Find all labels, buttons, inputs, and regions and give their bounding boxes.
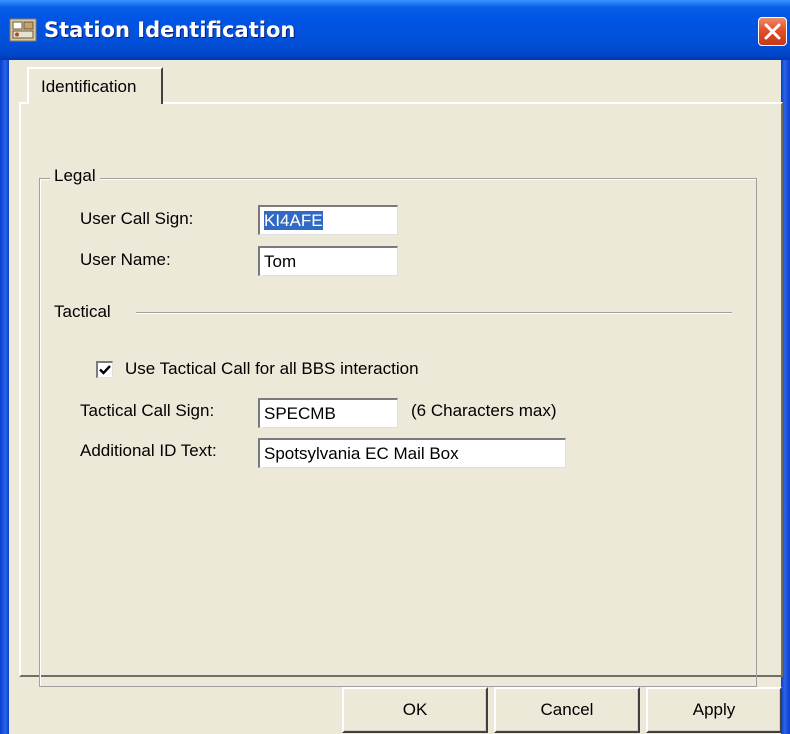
- window-title: Station Identification: [44, 18, 296, 42]
- title-bar[interactable]: Station Identification: [0, 0, 790, 60]
- use-tactical-call-checkbox[interactable]: [96, 361, 113, 378]
- ok-button[interactable]: OK: [342, 687, 488, 733]
- cancel-button[interactable]: Cancel: [494, 687, 640, 733]
- close-button[interactable]: [758, 17, 787, 46]
- use-tactical-call-label[interactable]: Use Tactical Call for all BBS interactio…: [125, 359, 419, 379]
- tactical-call-sign-value: SPECMB: [264, 404, 336, 423]
- tactical-section-label: Tactical: [54, 302, 111, 321]
- window-frame-left: [0, 60, 9, 734]
- tactical-call-sign-label: Tactical Call Sign:: [80, 401, 215, 420]
- checkmark-icon: [99, 365, 111, 375]
- additional-id-input[interactable]: Spotsylvania EC Mail Box: [258, 438, 566, 468]
- user-name-value: Tom: [264, 252, 297, 271]
- user-call-sign-value: KI4AFE: [264, 211, 323, 230]
- tab-identification[interactable]: Identification: [27, 67, 163, 104]
- user-name-label: User Name:: [80, 250, 171, 269]
- legal-group-label: Legal: [50, 166, 100, 186]
- apply-button[interactable]: Apply: [646, 687, 782, 733]
- close-icon: [764, 23, 781, 40]
- station-icon: [9, 17, 37, 43]
- tactical-call-sign-input[interactable]: SPECMB: [258, 398, 398, 428]
- tab-identification-label: Identification: [41, 77, 137, 96]
- additional-id-value: Spotsylvania EC Mail Box: [264, 444, 459, 463]
- user-name-input[interactable]: Tom: [258, 246, 398, 276]
- tactical-call-sign-hint: (6 Characters max): [411, 401, 557, 420]
- station-identification-dialog: Station Identification Identification Le…: [0, 0, 790, 734]
- user-call-sign-input[interactable]: KI4AFE: [258, 205, 398, 235]
- tactical-separator: [136, 312, 732, 314]
- additional-id-label: Additional ID Text:: [80, 441, 217, 460]
- user-call-sign-label: User Call Sign:: [80, 209, 194, 228]
